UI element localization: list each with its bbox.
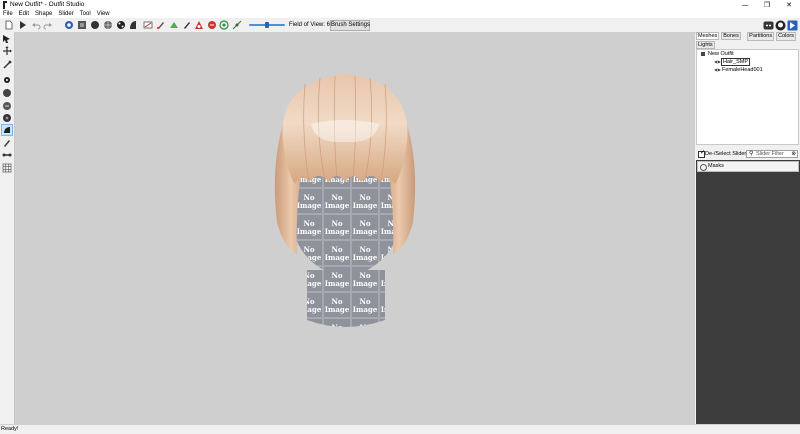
- clear-filter-icon[interactable]: ⊗: [791, 151, 796, 158]
- new-project-icon[interactable]: [4, 20, 14, 30]
- window-controls: — ❐ ✕: [734, 0, 800, 10]
- slider-row-masks[interactable]: Masks: [697, 161, 799, 172]
- brush-deflate-icon[interactable]: [2, 101, 12, 111]
- deselect-label: De-/Select Sliders: [705, 151, 750, 157]
- minimize-button[interactable]: —: [734, 0, 756, 10]
- brush-inflate-icon[interactable]: [2, 88, 12, 98]
- brush-smooth-icon[interactable]: [1, 124, 13, 136]
- close-button[interactable]: ✕: [778, 0, 800, 10]
- status-text: Ready!: [1, 426, 19, 432]
- slider-label: Masks: [708, 163, 724, 169]
- field-of-view-slider[interactable]: [249, 22, 285, 28]
- title-bar: New Outfit* - Outfit Studio — ❐ ✕: [0, 0, 800, 10]
- tree-root[interactable]: New Outfit: [701, 51, 734, 58]
- patreon-icon[interactable]: [787, 20, 798, 31]
- tree-item-label: FemaleHead001: [722, 67, 763, 73]
- app-icon: [3, 1, 7, 9]
- tab-colors[interactable]: Colors: [776, 32, 796, 41]
- menu-bar: File Edit Shape Slider Tool View: [0, 10, 800, 18]
- tree-item-label: Hair_SMP: [720, 58, 751, 66]
- eye-icon[interactable]: [714, 60, 721, 64]
- slider-list: Masks: [696, 160, 800, 424]
- toolbar-right-icons: [763, 20, 798, 31]
- tab-partitions[interactable]: Partitions: [747, 32, 775, 41]
- collapse-vertex-icon[interactable]: [2, 138, 12, 148]
- brush-mask-icon[interactable]: [2, 75, 12, 85]
- project-icon: [701, 51, 705, 56]
- menu-tool[interactable]: Tool: [80, 10, 91, 18]
- tab-lights[interactable]: Lights: [696, 41, 715, 49]
- mesh-tree: New Outfit Hair_SMP FemaleHead001: [696, 49, 799, 145]
- slider-controls: ✓ De-/Select Sliders ⚲ Slider Filter ⊗: [696, 149, 800, 159]
- redo-icon[interactable]: [43, 20, 53, 30]
- mask-brush-icon[interactable]: [64, 20, 74, 30]
- texture-icon[interactable]: [219, 20, 229, 30]
- left-toolbar: [0, 32, 15, 424]
- search-icon: ⚲: [749, 151, 754, 157]
- viewport-render: No Image: [274, 74, 416, 327]
- deselect-checkbox[interactable]: ✓: [698, 150, 705, 158]
- move-brush-icon[interactable]: [103, 20, 113, 30]
- wireframe-icon[interactable]: [207, 20, 217, 30]
- 3d-viewport[interactable]: No Image: [15, 32, 695, 424]
- window-title: New Outfit* - Outfit Studio: [10, 1, 85, 8]
- menu-view[interactable]: View: [97, 10, 110, 18]
- inflate-brush-icon[interactable]: [77, 20, 87, 30]
- slider-filter-placeholder: Slider Filter: [756, 151, 784, 157]
- tree-root-label: New Outfit: [708, 51, 734, 57]
- alpha-brush-icon[interactable]: [169, 20, 179, 30]
- flip-edge-icon[interactable]: [2, 150, 12, 160]
- deflate-brush-icon[interactable]: [90, 20, 100, 30]
- maximize-button[interactable]: ❐: [756, 0, 778, 10]
- undiff-brush-icon[interactable]: [128, 20, 138, 30]
- eye-icon[interactable]: [714, 68, 721, 72]
- brush-settings-button[interactable]: Brush Settings: [330, 20, 370, 31]
- mask-toggle-icon[interactable]: [700, 164, 707, 171]
- mesh-tabs-right: Partitions Colors: [747, 32, 798, 41]
- field-of-view-label: Field of View: 65: [289, 22, 334, 28]
- right-panel: Meshes Bones Partitions Colors Lights Ne…: [696, 32, 800, 424]
- github-icon[interactable]: [775, 20, 786, 31]
- undo-icon[interactable]: [31, 20, 41, 30]
- neck-mesh: [307, 270, 385, 327]
- slider-thumb[interactable]: [265, 22, 269, 28]
- lights-tab-wrap: Lights: [696, 41, 717, 49]
- tab-bones[interactable]: Bones: [721, 32, 741, 40]
- menu-shape[interactable]: Shape: [35, 10, 52, 18]
- toolbar: Field of View: 65 Brush Settings: [0, 18, 800, 33]
- mesh-tabs: Meshes Bones: [696, 32, 743, 40]
- tree-item-hair[interactable]: Hair_SMP: [714, 58, 751, 66]
- tab-meshes[interactable]: Meshes: [696, 32, 720, 40]
- lighting-icon[interactable]: [232, 20, 242, 30]
- pivot-tool-icon[interactable]: [2, 60, 12, 70]
- brush-move-icon[interactable]: [2, 113, 12, 123]
- save-icon[interactable]: [18, 20, 28, 30]
- menu-file[interactable]: File: [3, 10, 13, 18]
- slider-filter-input[interactable]: ⚲ Slider Filter ⊗: [746, 150, 798, 158]
- menu-edit[interactable]: Edit: [19, 10, 29, 18]
- select-tool-icon[interactable]: [2, 34, 12, 44]
- transform-tool-icon[interactable]: [2, 46, 12, 56]
- color-brush-icon[interactable]: [156, 20, 166, 30]
- menu-slider[interactable]: Slider: [58, 10, 73, 18]
- edit-mode-icon[interactable]: [182, 20, 192, 30]
- grid-icon[interactable]: [2, 163, 12, 173]
- smooth-brush-icon[interactable]: [116, 20, 126, 30]
- weight-brush-icon[interactable]: [143, 20, 153, 30]
- discord-icon[interactable]: [763, 20, 774, 31]
- mirror-icon[interactable]: [194, 20, 204, 30]
- tree-item-head[interactable]: FemaleHead001: [714, 67, 763, 74]
